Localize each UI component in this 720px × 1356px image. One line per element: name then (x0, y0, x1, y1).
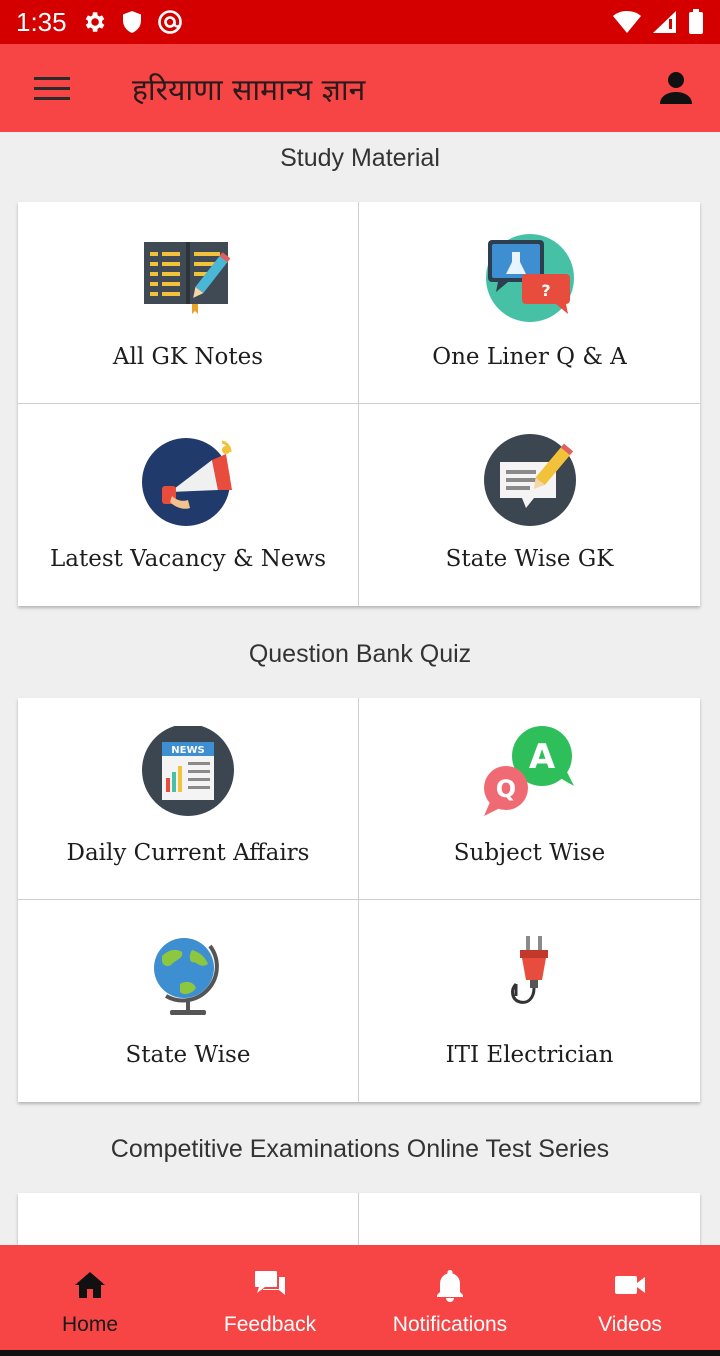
svg-text:NEWS: NEWS (171, 745, 204, 756)
tile-subject-wise[interactable]: A Q Subject Wise (359, 698, 700, 900)
app-title: हरियाणा सामान्य ज्ञान (132, 72, 366, 108)
tile-state-wise-gk[interactable]: State Wise GK (359, 404, 700, 606)
menu-button[interactable] (0, 44, 104, 132)
hamburger-menu-icon (34, 70, 70, 107)
svg-text:?: ? (541, 281, 550, 300)
megaphone-icon (142, 438, 232, 526)
settings-gear-icon (85, 12, 105, 32)
bell-icon (437, 1269, 463, 1302)
message-pencil-icon (483, 434, 576, 526)
electric-plug-icon (510, 936, 548, 1004)
shield-icon (122, 11, 141, 33)
tile-daily-current-affairs[interactable]: NEWS Daily Current Affairs (18, 698, 359, 900)
tile-latest-vacancy-news[interactable]: Latest Vacancy & News (18, 404, 359, 606)
tile-label: One Liner Q & A (432, 344, 627, 370)
nav-notifications[interactable]: Notifications (360, 1245, 540, 1356)
section-title-study-material: Study Material (280, 144, 440, 172)
video-camera-icon (615, 1275, 645, 1294)
account-icon[interactable] (656, 68, 696, 108)
wifi-icon (613, 11, 641, 33)
svg-text:Q: Q (495, 775, 515, 803)
globe-icon (154, 938, 219, 1015)
svg-text:A: A (528, 737, 555, 777)
status-bar: 1:35 (0, 0, 720, 44)
battery-icon (689, 9, 703, 34)
app-screen: 1:35 हरियाणा सामान्य ज्ञान Study Materia… (0, 0, 720, 1356)
tile-label: All GK Notes (112, 344, 264, 370)
tile-iti-electrician[interactable]: ITI Electrician (359, 900, 700, 1102)
nav-label: Videos (598, 1312, 662, 1336)
home-icon (75, 1271, 105, 1298)
nav-label: Notifications (392, 1312, 508, 1336)
tile-label: Latest Vacancy & News (49, 546, 326, 572)
tile-label: Daily Current Affairs (66, 840, 310, 866)
tile-label: ITI Electrician (445, 1042, 614, 1068)
tile-state-wise[interactable]: State Wise (18, 900, 359, 1102)
notebook-icon (144, 242, 231, 314)
study-material-grid: All GK Notes ? One Liner Q & A Latest Va… (18, 202, 700, 606)
at-sign-icon (157, 10, 182, 34)
cellular-signal-icon (653, 11, 676, 33)
nav-videos[interactable]: Videos (540, 1245, 720, 1356)
system-navigation-strip (0, 1350, 720, 1356)
tile-label: State Wise GK (445, 546, 614, 572)
nav-home[interactable]: Home (0, 1245, 180, 1356)
tile-label: Subject Wise (453, 840, 606, 866)
section-title-online-test-series: Competitive Examinations Online Test Ser… (110, 1135, 610, 1163)
nav-feedback[interactable]: Feedback (180, 1245, 360, 1356)
bottom-navigation: Home Feedback Notifications Videos (0, 1245, 720, 1356)
nav-label: Home (61, 1312, 119, 1336)
question-bank-grid: NEWS Daily Current Affairs A Q Subject W… (18, 698, 700, 1102)
qa-bubbles-icon: A Q (483, 726, 574, 816)
section-title-question-bank-quiz: Question Bank Quiz (248, 640, 472, 668)
app-bar: हरियाणा सामान्य ज्ञान (0, 44, 720, 132)
tile-one-liner-qa[interactable]: ? One Liner Q & A (359, 202, 700, 404)
feedback-icon (255, 1270, 285, 1295)
newspaper-icon: NEWS (142, 726, 234, 816)
chat-bubbles-icon: ? (485, 234, 574, 322)
status-time: 1:35 (16, 6, 67, 37)
tile-label: State Wise (125, 1042, 251, 1068)
nav-label: Feedback (223, 1312, 317, 1336)
tile-all-gk-notes[interactable]: All GK Notes (18, 202, 359, 404)
